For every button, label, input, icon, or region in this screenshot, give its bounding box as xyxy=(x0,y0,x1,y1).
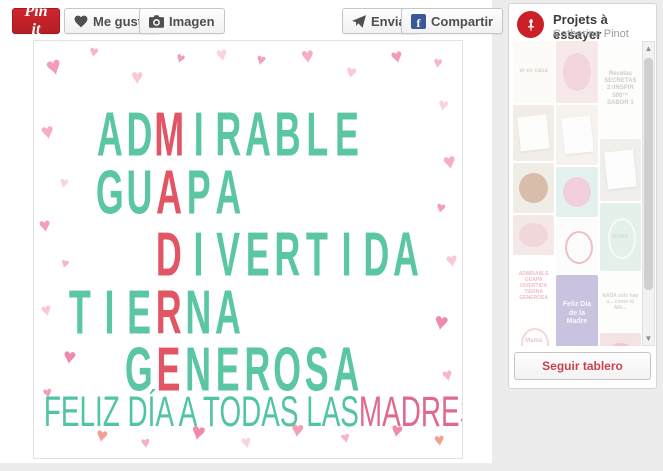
thumbnail-caption: Recetas SECRETAS 2≡INSPIR 500™ SABOR 1 xyxy=(602,43,639,135)
thumbnail-caption: el es casa xyxy=(515,43,552,101)
heart-icon: ♥ xyxy=(434,200,447,218)
thumbnail-caption: Mamá xyxy=(515,319,552,346)
share-label: Compartir xyxy=(431,14,493,29)
feliz-line-segment: MADRES xyxy=(359,391,463,434)
board-pin-thumbnail[interactable] xyxy=(600,333,641,346)
circle-decoration xyxy=(563,177,592,207)
heart-icon: ♥ xyxy=(140,435,152,452)
image-icon xyxy=(149,15,164,28)
heart-icon: ♥ xyxy=(57,175,70,193)
heart-icon: ♥ xyxy=(43,51,65,80)
thumbnail-caption: NADA sólo hay u... como tú MA... xyxy=(602,275,639,329)
card-decoration xyxy=(604,150,637,190)
image-label: Imagen xyxy=(169,14,215,29)
heart-icon: ♥ xyxy=(62,345,78,369)
heart-icon: ♥ xyxy=(39,120,56,144)
scrollbar-thumb[interactable] xyxy=(644,58,653,290)
card-decoration xyxy=(518,115,550,151)
paper-plane-icon xyxy=(352,15,366,28)
board-owner: Catherine Pinot xyxy=(553,28,629,40)
image-button[interactable]: Imagen xyxy=(139,8,225,34)
thumbnail-caption: ADMIRABLE GUAPA DIVERTIDA TIERNA GENEROS… xyxy=(515,259,552,313)
board-sidebar: Projets à essayer Catherine Pinot el es … xyxy=(508,3,657,389)
board-pin-thumbnail[interactable] xyxy=(513,105,554,161)
heart-icon: ♥ xyxy=(432,55,444,72)
board-pin-thumbnail[interactable] xyxy=(556,219,597,273)
heart-icon: ♥ xyxy=(440,365,454,385)
heart-icon: ♥ xyxy=(38,215,53,236)
thumbnail-column: Recetas SECRETAS 2≡INSPIR 500™ SABOR 1 MA… xyxy=(600,41,641,346)
board-pin-thumbnail[interactable]: MAMÁ xyxy=(600,203,641,271)
scroll-up-icon[interactable]: ▲ xyxy=(643,44,654,53)
heart-icon: ♥ xyxy=(174,50,187,67)
heart-icon: ♥ xyxy=(59,255,71,271)
board-pin-thumbnail[interactable]: Feliz Día de la Madre xyxy=(556,275,597,346)
heart-icon xyxy=(74,15,88,28)
thumbnail-column: el es casa ADMIRABLE GUAPA DIVERTIDA TIER… xyxy=(513,41,554,346)
board-thumbnail-grid: el es casa ADMIRABLE GUAPA DIVERTIDA TIER… xyxy=(513,41,641,346)
sidebar-scrollbar[interactable]: ▲ ▼ xyxy=(642,41,655,346)
pin-it-button[interactable]: Pin it xyxy=(12,8,60,34)
feliz-line-segment: FELIZ DÍA A TODAS LAS xyxy=(44,391,359,434)
heart-icon: ♥ xyxy=(445,250,460,271)
board-pin-thumbnail[interactable]: ADMIRABLE GUAPA DIVERTIDA TIERNA GENEROS… xyxy=(513,257,554,315)
card-decoration xyxy=(561,116,594,155)
board-pin-thumbnail[interactable] xyxy=(513,215,554,255)
follow-board-label: Seguir tablero xyxy=(542,359,623,373)
acrostic-word: DIVERTIDA xyxy=(154,223,421,285)
board-pin-thumbnail[interactable] xyxy=(556,41,597,103)
scroll-down-icon[interactable]: ▼ xyxy=(643,334,654,343)
board-pin-thumbnail[interactable]: el es casa xyxy=(513,41,554,103)
heart-icon: ♥ xyxy=(432,310,450,336)
board-pin-thumbnail[interactable]: Mamá xyxy=(513,317,554,346)
facebook-icon: f xyxy=(411,14,426,29)
board-pin-thumbnail[interactable]: Recetas SECRETAS 2≡INSPIR 500™ SABOR 1 xyxy=(600,41,641,137)
circle-decoration xyxy=(606,343,635,346)
follow-board-button[interactable]: Seguir tablero xyxy=(514,352,651,380)
heart-icon: ♥ xyxy=(437,95,451,115)
board-pin-thumbnail[interactable]: NADA sólo hay u... como tú MA... xyxy=(600,273,641,331)
share-button[interactable]: f Compartir xyxy=(401,8,503,34)
heart-icon: ♥ xyxy=(254,52,267,70)
pinterest-pin-icon xyxy=(517,11,544,38)
pin-image[interactable]: ♥♥♥♥♥♥♥♥♥♥♥♥♥♥♥♥♥♥♥♥♥♥♥♥♥♥♥♥♥♥♥ ADMIRABL… xyxy=(33,40,463,459)
heart-icon: ♥ xyxy=(345,62,359,82)
thumbnail-caption: Feliz Día de la Madre xyxy=(558,277,595,346)
heart-icon: ♥ xyxy=(389,46,405,68)
heart-icon: ♥ xyxy=(39,300,54,320)
board-pin-thumbnail[interactable] xyxy=(600,139,641,201)
board-pin-thumbnail[interactable] xyxy=(513,163,554,213)
heart-icon: ♥ xyxy=(131,67,143,88)
circle-decoration xyxy=(519,173,548,203)
ring-decoration xyxy=(565,231,593,264)
pin-it-label: Pin it xyxy=(22,3,50,39)
acrostic-word: GUAPA xyxy=(95,161,243,223)
feliz-line: FELIZ DÍA A TODAS LAS MADRES xyxy=(91,391,430,434)
thumbnail-caption: MAMÁ xyxy=(602,205,639,269)
thumbnail-column: Feliz Día de la MadreFeliz Dia Mamá xyxy=(556,41,597,346)
circle-decoration xyxy=(519,223,548,247)
heart-icon: ♥ xyxy=(88,44,100,61)
heart-icon: ♥ xyxy=(441,150,458,174)
board-pin-thumbnail[interactable] xyxy=(556,105,597,165)
circle-decoration xyxy=(563,53,592,90)
heart-icon: ♥ xyxy=(214,44,229,66)
acrostic-word: ADMIRABLE xyxy=(95,103,362,165)
heart-icon: ♥ xyxy=(300,44,315,67)
board-pin-thumbnail[interactable] xyxy=(556,167,597,217)
